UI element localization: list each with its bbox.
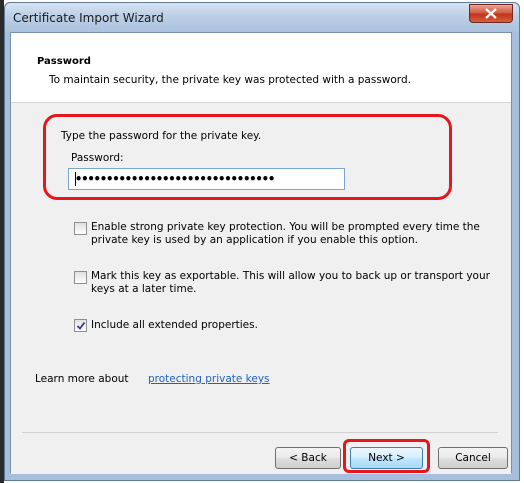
wizard-header: Password To maintain security, the priva… [11, 33, 511, 103]
extended-properties-checkbox[interactable] [74, 319, 87, 332]
close-button[interactable] [469, 4, 513, 23]
exportable-label-line1: Mark this key as exportable. This will a… [91, 270, 490, 282]
title-bar[interactable]: Certificate Import Wizard [5, 3, 519, 33]
wizard-client-area: Password To maintain security, the priva… [10, 32, 512, 474]
strong-protection-checkbox[interactable] [74, 222, 87, 235]
next-highlight [343, 439, 430, 473]
page-title: Password [37, 56, 91, 67]
footer-divider [22, 432, 498, 433]
strong-protection-label-line1: Enable strong private key protection. Yo… [91, 221, 480, 233]
checkmark-icon [76, 321, 86, 330]
protecting-private-keys-link[interactable]: protecting private keys [148, 373, 270, 385]
strong-protection-label-line2: private key is used by an application if… [91, 234, 418, 246]
exportable-checkbox[interactable] [74, 271, 87, 284]
back-button[interactable]: < Back [275, 447, 341, 469]
learn-more-text: Learn more about [35, 373, 129, 385]
window-title: Certificate Import Wizard [13, 11, 164, 25]
password-highlight [43, 114, 452, 200]
cancel-button[interactable]: Cancel [438, 447, 508, 469]
extended-properties-label: Include all extended properties. [91, 319, 258, 331]
page-description: To maintain security, the private key wa… [49, 74, 411, 86]
exportable-label-line2: keys at a later time. [91, 283, 197, 295]
close-icon [485, 8, 497, 19]
